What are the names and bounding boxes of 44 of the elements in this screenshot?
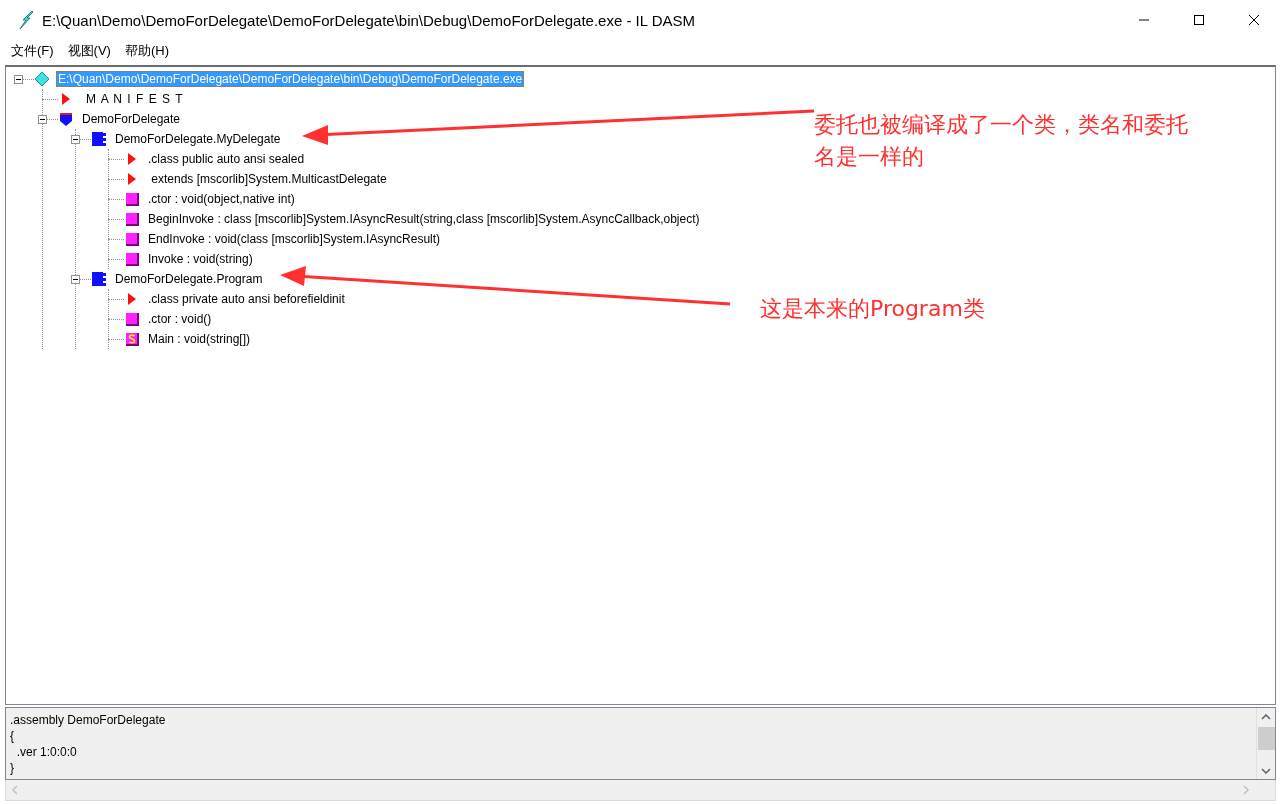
tree-item[interactable]: .ctor : void(object,native int) — [146, 191, 297, 207]
scrollbar[interactable] — [5, 780, 1276, 801]
collapse-icon[interactable] — [70, 274, 80, 284]
lightning-icon — [18, 10, 34, 30]
tree-item[interactable]: M A N I F E S T — [84, 91, 186, 107]
tree-item[interactable]: EndInvoke : void(class [mscorlib]System.IAsyncResult) — [146, 231, 443, 247]
collapse-icon[interactable] — [13, 74, 23, 84]
menu-item[interactable]: 视图(V) — [60, 42, 118, 60]
method-icon — [124, 191, 140, 207]
tree-item[interactable]: .class public auto ansi sealed — [146, 151, 307, 167]
tree-item[interactable]: DemoForDelegate.MyDelegate — [113, 131, 283, 147]
scrollbar[interactable] — [1256, 708, 1275, 779]
code-line: .ver 1:0:0:0 — [15, 744, 78, 760]
tree-item[interactable]: BeginInvoke : class [mscorlib]System.IAsyncResult(string,class [mscorlib]System.AsyncCallback,object) — [146, 211, 702, 227]
class-icon — [91, 271, 107, 287]
collapse-icon[interactable] — [70, 134, 80, 144]
code-line: { — [10, 728, 15, 744]
method-icon — [124, 231, 140, 247]
static-method-icon — [124, 331, 140, 347]
tree-item[interactable]: Main : void(string[]) — [146, 331, 253, 347]
maximize-icon — [1192, 14, 1205, 26]
annotation-text: 这是本来的Program类 — [760, 295, 985, 323]
tree-item[interactable]: .ctor : void() — [146, 311, 214, 327]
tree-item[interactable]: extends [mscorlib]System.MulticastDelegate — [146, 171, 389, 187]
scroll-right-icon[interactable] — [1243, 785, 1249, 795]
method-icon — [124, 251, 140, 267]
method-icon — [124, 311, 140, 327]
tree-item[interactable]: DemoForDelegate — [80, 111, 183, 127]
class-icon — [91, 131, 107, 147]
tree-item[interactable]: .class private auto ansi beforefieldinit — [146, 291, 347, 307]
annotation-text: 委托也被编译成了一个类，类名和委托名是一样的 — [814, 111, 1189, 171]
close-icon — [1247, 14, 1260, 26]
scroll-left-icon[interactable] — [12, 785, 18, 795]
window-title: E:\Quan\Demo\DemoForDelegate\DemoForDelegate\bin\Debug\DemoForDelegate.exe - IL DASM — [42, 11, 697, 29]
diamond-icon — [34, 71, 50, 87]
code-line: .assembly DemoForDelegate — [10, 712, 167, 728]
tree-item[interactable]: Invoke : void(string) — [146, 251, 255, 267]
shield-icon — [58, 111, 74, 127]
method-icon — [124, 211, 140, 227]
menu-item[interactable]: 帮助(H) — [117, 42, 176, 60]
menu-item[interactable]: 文件(F) — [4, 42, 61, 60]
tree-item[interactable]: DemoForDelegate.Program — [113, 271, 265, 287]
code-line: } — [10, 760, 15, 776]
collapse-icon[interactable] — [37, 114, 47, 124]
